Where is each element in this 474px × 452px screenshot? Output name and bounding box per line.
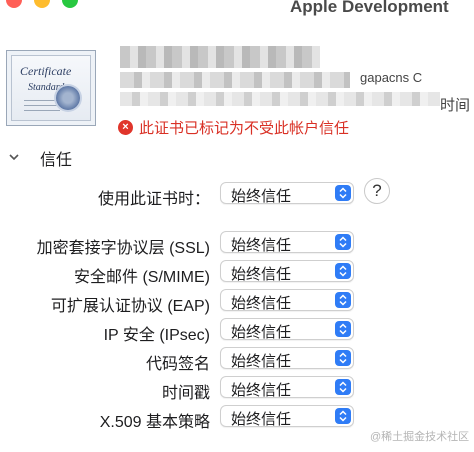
when-using-select[interactable]: 始终信任	[220, 182, 354, 205]
certificate-expiry-partial: 时间	[440, 97, 471, 114]
redacted-certificate-name	[120, 46, 320, 68]
select-value: 始终信任	[231, 266, 292, 283]
up-down-chevron-icon	[335, 292, 351, 308]
timestamping-label: 时间戳	[161, 385, 210, 402]
trust-row-smime: 安全邮件 (S/MIME) 始终信任	[0, 260, 474, 286]
select-value: 始终信任	[231, 237, 292, 254]
trust-row-ipsec: IP 安全 (IPsec) 始终信任	[0, 318, 474, 344]
help-button[interactable]: ?	[364, 178, 390, 204]
select-value: 始终信任	[231, 411, 292, 428]
trust-section-header[interactable]: 信任	[8, 146, 72, 170]
eap-select[interactable]: 始终信任	[220, 289, 354, 312]
code-signing-select[interactable]: 始终信任	[220, 347, 354, 370]
window-title: Apple Development	[290, 0, 449, 16]
watermark: @稀土掘金技术社区	[370, 431, 470, 443]
up-down-chevron-icon	[335, 350, 351, 366]
zoom-window-button[interactable]	[62, 0, 78, 8]
trust-row-code-signing: 代码签名 始终信任	[0, 347, 474, 373]
up-down-chevron-icon	[335, 408, 351, 424]
redacted-certificate-expiry	[120, 92, 440, 106]
timestamping-select[interactable]: 始终信任	[220, 376, 354, 399]
x509-select[interactable]: 始终信任	[220, 405, 354, 428]
smime-select[interactable]: 始终信任	[220, 260, 354, 283]
trust-section-title: 信任	[40, 152, 73, 169]
close-window-button[interactable]	[6, 0, 22, 8]
up-down-chevron-icon	[335, 234, 351, 250]
up-down-chevron-icon	[335, 185, 351, 201]
chevron-down-icon[interactable]	[8, 151, 28, 166]
trust-row-timestamping: 时间戳 始终信任	[0, 376, 474, 402]
ssl-label: 加密套接字协议层 (SSL)	[36, 240, 210, 257]
when-using-row: 使用此证书时： 始终信任 ?	[0, 178, 474, 208]
select-value: 始终信任	[231, 295, 292, 312]
select-value: 始终信任	[231, 324, 292, 341]
select-value: 始终信任	[231, 188, 292, 205]
select-value: 始终信任	[231, 382, 292, 399]
untrusted-warning: × 此证书已标记为不受此帐户信任	[118, 117, 349, 138]
certificate-seal-icon	[56, 86, 80, 110]
ipsec-label: IP 安全 (IPsec)	[103, 327, 210, 344]
up-down-chevron-icon	[335, 321, 351, 337]
minimize-window-button[interactable]	[34, 0, 50, 8]
x509-label: X.509 基本策略	[99, 414, 210, 431]
smime-label: 安全邮件 (S/MIME)	[74, 269, 210, 286]
eap-label: 可扩展认证协议 (EAP)	[50, 298, 210, 315]
when-using-label: 使用此证书时：	[97, 191, 210, 208]
trust-row-eap: 可扩展认证协议 (EAP) 始终信任	[0, 289, 474, 315]
certificate-icon: Certificate Standard	[6, 50, 96, 126]
error-x-icon: ×	[118, 120, 133, 135]
warning-text: 此证书已标记为不受此帐户信任	[139, 120, 350, 137]
ipsec-select[interactable]: 始终信任	[220, 318, 354, 341]
certificate-partial-text: gapacns C	[360, 70, 423, 85]
ssl-select[interactable]: 始终信任	[220, 231, 354, 254]
code-signing-label: 代码签名	[145, 356, 210, 373]
trust-row-ssl: 加密套接字协议层 (SSL) 始终信任	[0, 231, 474, 257]
redacted-certificate-issuer	[120, 72, 350, 88]
up-down-chevron-icon	[335, 379, 351, 395]
select-value: 始终信任	[231, 353, 292, 370]
certificate-icon-title: Certificate	[20, 64, 72, 78]
up-down-chevron-icon	[335, 263, 351, 279]
